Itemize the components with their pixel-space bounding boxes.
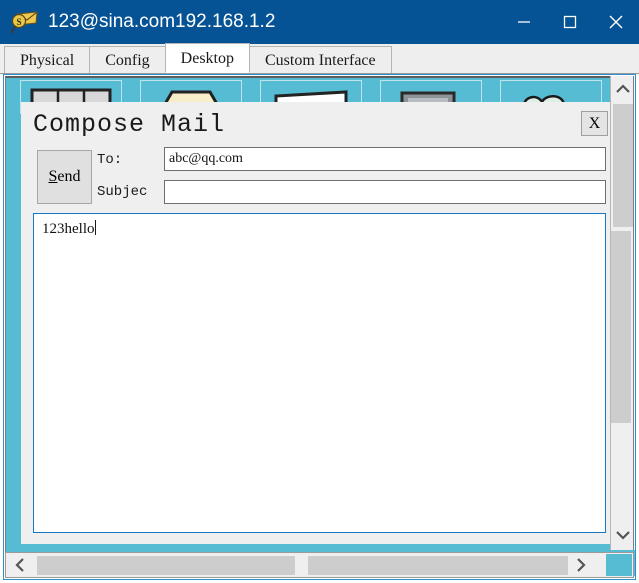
vertical-scrollbar-thumb-lower[interactable]: [611, 231, 631, 423]
send-button-label: Send: [48, 168, 80, 186]
desktop-area: Compose Mail X Send To: Subjec 123hello: [5, 76, 634, 576]
vertical-scrollbar-thumb[interactable]: [613, 104, 633, 227]
chevron-left-icon[interactable]: [6, 553, 34, 577]
horizontal-scrollbar-thumb-right[interactable]: [308, 556, 568, 575]
tab-bar: Physical Config Desktop Custom Interface: [0, 43, 639, 74]
compose-mail-panel: Compose Mail X Send To: Subjec 123hello: [21, 102, 616, 544]
scrollbar-corner-desktop-right: [606, 554, 632, 576]
minimize-icon[interactable]: [501, 0, 547, 44]
horizontal-scrollbar[interactable]: [5, 552, 634, 578]
vertical-scrollbar[interactable]: [605, 76, 635, 576]
tab-desktop[interactable]: Desktop: [164, 43, 250, 73]
send-button[interactable]: Send: [37, 150, 92, 204]
tab-config[interactable]: Config: [89, 46, 166, 73]
to-input[interactable]: [164, 147, 606, 171]
mail-body-text: 123hello: [42, 221, 95, 237]
to-label: To:: [97, 152, 123, 168]
svg-text:S: S: [16, 17, 21, 27]
tab-physical[interactable]: Physical: [4, 46, 91, 73]
close-icon[interactable]: [593, 0, 639, 44]
mail-magnifier-icon: S: [10, 9, 40, 35]
horizontal-scrollbar-thumb[interactable]: [37, 556, 295, 575]
app-window: S 123@sina.com192.168.1.2 Physical Confi…: [0, 0, 639, 583]
subject-input[interactable]: [164, 180, 606, 204]
tab-custom-interface[interactable]: Custom Interface: [249, 46, 392, 73]
mail-body-textarea[interactable]: 123hello: [33, 213, 606, 533]
subject-label: Subjec: [97, 184, 148, 200]
chevron-down-icon[interactable]: [611, 522, 635, 548]
send-label-rest: end: [57, 168, 81, 185]
chevron-right-icon[interactable]: [567, 553, 595, 577]
title-bar: S 123@sina.com192.168.1.2: [0, 0, 639, 44]
chevron-up-icon[interactable]: [611, 76, 635, 102]
close-compose-button[interactable]: X: [581, 111, 608, 136]
window-title: 123@sina.com192.168.1.2: [48, 11, 276, 32]
window-controls: [501, 0, 639, 44]
page-title: Compose Mail: [33, 110, 226, 139]
maximize-icon[interactable]: [547, 0, 593, 44]
